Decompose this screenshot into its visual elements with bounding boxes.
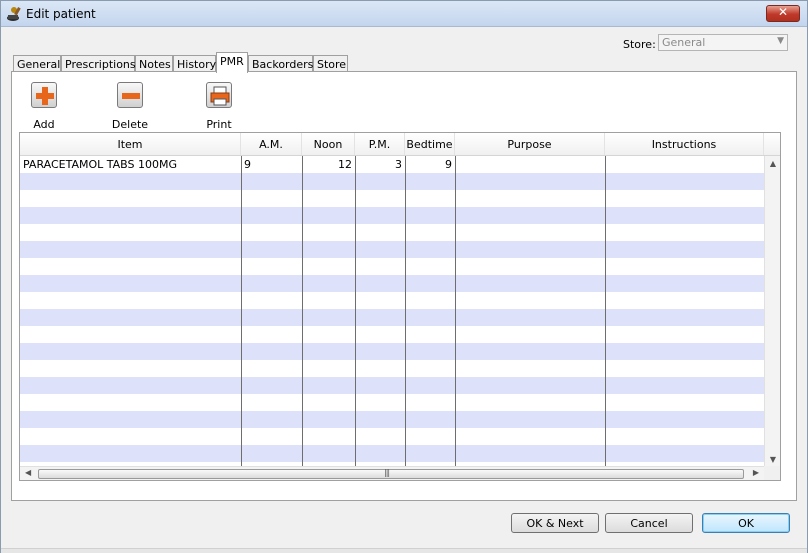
window-title: Edit patient: [26, 7, 96, 21]
column-divider: [455, 156, 456, 466]
cell-pm[interactable]: 3: [355, 156, 405, 173]
add-button[interactable]: Add: [23, 82, 65, 131]
table-row[interactable]: [20, 360, 764, 377]
delete-minus-icon: [117, 82, 143, 108]
bottom-edge: [1, 548, 807, 553]
column-divider: [241, 156, 242, 466]
table-row[interactable]: [20, 445, 764, 462]
ok-next-label: OK & Next: [526, 517, 584, 530]
table-row[interactable]: [20, 207, 764, 224]
cell-purpose[interactable]: [455, 156, 605, 173]
column-header-instructions[interactable]: Instructions: [605, 133, 764, 155]
tab-store[interactable]: Store: [313, 55, 348, 72]
pmr-grid: Item A.M. Noon P.M. Bedtime Purpose Inst…: [19, 132, 781, 481]
app-pestle-icon: [7, 7, 21, 21]
ok-button[interactable]: OK: [702, 513, 790, 533]
edit-patient-window: Edit patient ✕ Store: General ▼ General …: [0, 0, 808, 553]
close-icon: ✕: [777, 5, 789, 19]
grid-header: Item A.M. Noon P.M. Bedtime Purpose Inst…: [20, 133, 780, 156]
column-divider: [405, 156, 406, 466]
scroll-down-icon[interactable]: ▼: [765, 455, 780, 464]
table-row[interactable]: [20, 326, 764, 343]
table-row[interactable]: [20, 173, 764, 190]
scroll-right-icon[interactable]: ▶: [753, 468, 759, 477]
print-button[interactable]: Print: [198, 82, 240, 131]
table-row[interactable]: [20, 411, 764, 428]
table-row[interactable]: [20, 275, 764, 292]
grid-rows: PARACETAMOL TABS 100MG 9 12 3 9: [20, 156, 764, 479]
column-header-pm[interactable]: P.M.: [355, 133, 405, 155]
table-row[interactable]: [20, 428, 764, 445]
cancel-button[interactable]: Cancel: [605, 513, 693, 533]
table-row[interactable]: [20, 292, 764, 309]
tab-prescriptions[interactable]: Prescriptions: [61, 55, 136, 72]
store-select[interactable]: General ▼: [658, 34, 788, 51]
column-header-purpose[interactable]: Purpose: [455, 133, 605, 155]
tab-general[interactable]: General: [13, 55, 61, 72]
cell-instructions[interactable]: [605, 156, 764, 173]
horizontal-scroll-thumb[interactable]: |||: [38, 468, 744, 479]
column-header-item[interactable]: Item: [20, 133, 241, 155]
table-row[interactable]: [20, 343, 764, 360]
table-row[interactable]: [20, 241, 764, 258]
scroll-up-icon[interactable]: ▲: [765, 159, 780, 168]
table-row[interactable]: [20, 224, 764, 241]
cell-am[interactable]: 9: [241, 156, 302, 173]
ok-next-button[interactable]: OK & Next: [511, 513, 599, 533]
table-row[interactable]: [20, 190, 764, 207]
print-label: Print: [206, 118, 232, 131]
table-row[interactable]: [20, 309, 764, 326]
chevron-down-icon: ▼: [777, 36, 784, 46]
column-divider: [302, 156, 303, 466]
delete-button[interactable]: Delete: [109, 82, 151, 131]
printer-icon: [206, 82, 232, 108]
tab-pmr[interactable]: PMR: [216, 52, 248, 73]
close-button[interactable]: ✕: [766, 5, 800, 22]
column-header-am[interactable]: A.M.: [241, 133, 302, 155]
tab-notes[interactable]: Notes: [135, 55, 173, 72]
table-row[interactable]: [20, 394, 764, 411]
store-label: Store:: [623, 38, 656, 51]
tab-backorders[interactable]: Backorders: [248, 55, 313, 72]
column-header-bedtime[interactable]: Bedtime: [405, 133, 455, 155]
cell-noon[interactable]: 12: [302, 156, 355, 173]
cell-bedtime[interactable]: 9: [405, 156, 455, 173]
scroll-left-icon[interactable]: ◀: [25, 468, 31, 477]
cell-item[interactable]: PARACETAMOL TABS 100MG: [20, 156, 241, 173]
column-divider: [355, 156, 356, 466]
table-row[interactable]: [20, 258, 764, 275]
delete-label: Delete: [111, 118, 149, 131]
horizontal-scrollbar[interactable]: ◀ ||| ▶: [20, 466, 764, 480]
ok-label: OK: [738, 517, 754, 530]
title-bar: Edit patient ✕: [1, 1, 807, 27]
cancel-label: Cancel: [630, 517, 668, 530]
column-header-noon[interactable]: Noon: [302, 133, 355, 155]
vertical-scrollbar[interactable]: ▲ ▼: [764, 156, 780, 466]
table-row[interactable]: PARACETAMOL TABS 100MG 9 12 3 9: [20, 156, 764, 173]
tab-history[interactable]: History: [173, 55, 216, 72]
add-plus-icon: [31, 82, 57, 108]
add-label: Add: [33, 118, 55, 131]
table-row[interactable]: [20, 377, 764, 394]
column-divider: [605, 156, 606, 466]
scrollbar-corner: [764, 466, 780, 480]
scroll-grip-icon: |||: [384, 468, 390, 477]
store-select-value: General: [662, 36, 706, 49]
